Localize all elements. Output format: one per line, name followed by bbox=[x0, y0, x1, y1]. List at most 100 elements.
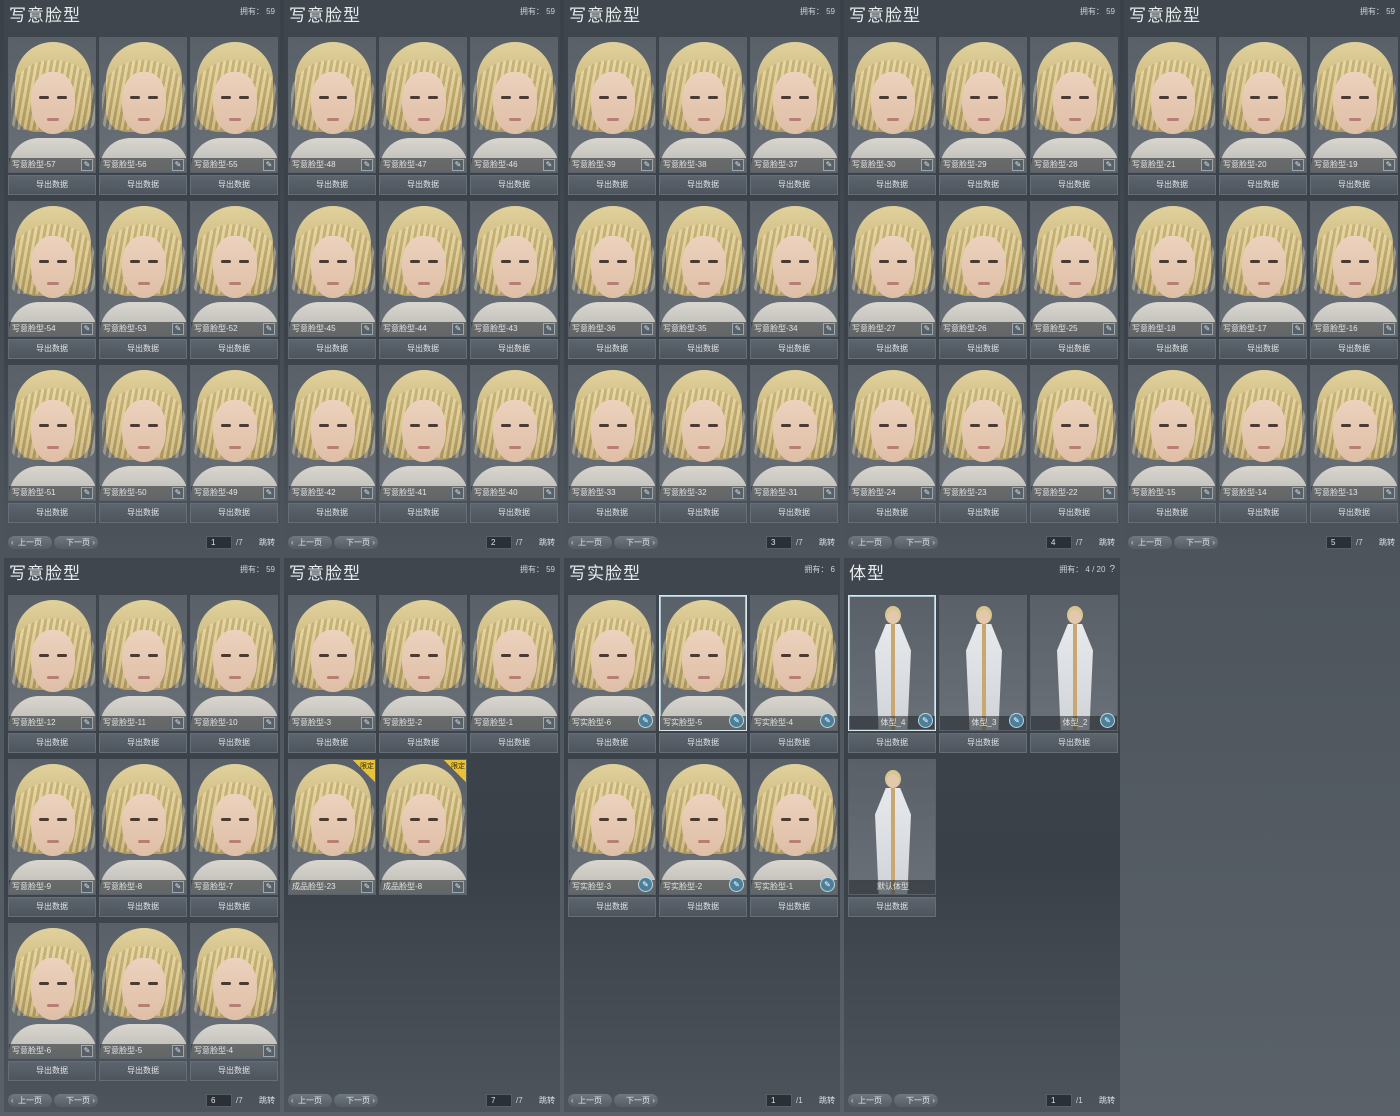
export-data-button[interactable]: 导出数据 bbox=[288, 503, 376, 523]
export-data-button[interactable]: 导出数据 bbox=[379, 175, 467, 195]
export-data-button[interactable]: 导出数据 bbox=[379, 339, 467, 359]
preset-thumbnail[interactable]: 写意脸型-10 ✎ bbox=[190, 595, 278, 731]
preset-thumbnail[interactable]: 写意脸型-27 ✎ bbox=[848, 201, 936, 337]
preset-thumbnail[interactable]: 写意脸型-12 ✎ bbox=[8, 595, 96, 731]
prev-page-button[interactable]: ‹ 上一页 bbox=[288, 536, 332, 549]
preset-thumbnail[interactable]: 写意脸型-17 ✎ bbox=[1219, 201, 1307, 337]
export-data-button[interactable]: 导出数据 bbox=[99, 733, 187, 753]
jump-button[interactable]: 跳转 bbox=[536, 1094, 558, 1107]
edit-icon[interactable]: ✎ bbox=[172, 159, 184, 171]
export-data-button[interactable]: 导出数据 bbox=[568, 733, 656, 753]
export-data-button[interactable]: 导出数据 bbox=[470, 733, 558, 753]
export-data-button[interactable]: 导出数据 bbox=[8, 503, 96, 523]
edit-icon[interactable]: ✎ bbox=[1292, 323, 1304, 335]
preset-thumbnail[interactable]: 写意脸型-3 ✎ bbox=[288, 595, 376, 731]
preset-thumbnail[interactable]: 写意脸型-44 ✎ bbox=[379, 201, 467, 337]
next-page-button[interactable]: 下一页 › bbox=[894, 536, 938, 549]
edit-icon[interactable]: ✎ bbox=[452, 323, 464, 335]
edit-icon[interactable]: ✎ bbox=[1383, 487, 1395, 499]
edit-icon[interactable]: ✎ bbox=[81, 487, 93, 499]
preset-thumbnail[interactable]: 写意脸型-8 ✎ bbox=[99, 759, 187, 895]
next-page-button[interactable]: 下一页 › bbox=[54, 1094, 98, 1107]
edit-icon[interactable]: ✎ bbox=[1292, 159, 1304, 171]
edit-icon[interactable]: ✎ bbox=[361, 717, 373, 729]
edit-icon[interactable]: ✎ bbox=[81, 717, 93, 729]
export-data-button[interactable]: 导出数据 bbox=[939, 503, 1027, 523]
prev-page-button[interactable]: ‹ 上一页 bbox=[848, 1094, 892, 1107]
edit-icon[interactable]: ✎ bbox=[921, 323, 933, 335]
preset-thumbnail[interactable]: 写意脸型-26 ✎ bbox=[939, 201, 1027, 337]
edit-icon[interactable]: ✎ bbox=[1103, 159, 1115, 171]
export-data-button[interactable]: 导出数据 bbox=[288, 733, 376, 753]
preset-thumbnail[interactable]: 写意脸型-50 ✎ bbox=[99, 365, 187, 501]
export-data-button[interactable]: 导出数据 bbox=[1219, 339, 1307, 359]
export-data-button[interactable]: 导出数据 bbox=[1219, 175, 1307, 195]
preset-thumbnail[interactable]: 写意脸型-22 ✎ bbox=[1030, 365, 1118, 501]
preset-thumbnail[interactable]: 写实脸型-3 ✎ bbox=[568, 759, 656, 895]
next-page-button[interactable]: 下一页 › bbox=[614, 536, 658, 549]
edit-icon[interactable]: ✎ bbox=[1201, 323, 1213, 335]
next-page-button[interactable]: 下一页 › bbox=[54, 536, 98, 549]
edit-icon[interactable]: ✎ bbox=[1201, 487, 1213, 499]
export-data-button[interactable]: 导出数据 bbox=[8, 339, 96, 359]
export-data-button[interactable]: 导出数据 bbox=[379, 503, 467, 523]
export-data-button[interactable]: 导出数据 bbox=[99, 175, 187, 195]
jump-button[interactable]: 跳转 bbox=[1096, 1094, 1118, 1107]
preset-thumbnail[interactable]: 写意脸型-2 ✎ bbox=[379, 595, 467, 731]
export-data-button[interactable]: 导出数据 bbox=[659, 503, 747, 523]
preset-thumbnail[interactable]: 写意脸型-13 ✎ bbox=[1310, 365, 1398, 501]
export-data-button[interactable]: 导出数据 bbox=[939, 339, 1027, 359]
edit-icon[interactable]: ✎ bbox=[918, 713, 933, 728]
edit-icon[interactable]: ✎ bbox=[638, 713, 653, 728]
page-number-input[interactable]: 5 bbox=[1326, 536, 1352, 549]
preset-thumbnail[interactable]: 写意脸型-5 ✎ bbox=[99, 923, 187, 1059]
preset-thumbnail[interactable]: 写意脸型-54 ✎ bbox=[8, 201, 96, 337]
preset-thumbnail[interactable]: 写意脸型-40 ✎ bbox=[470, 365, 558, 501]
edit-icon[interactable]: ✎ bbox=[81, 323, 93, 335]
preset-thumbnail[interactable]: 写意脸型-6 ✎ bbox=[8, 923, 96, 1059]
preset-thumbnail[interactable]: 体型_2 ✎ bbox=[1030, 595, 1118, 731]
export-data-button[interactable]: 导出数据 bbox=[1219, 503, 1307, 523]
edit-icon[interactable]: ✎ bbox=[361, 487, 373, 499]
export-data-button[interactable]: 导出数据 bbox=[1310, 175, 1398, 195]
export-data-button[interactable]: 导出数据 bbox=[1128, 503, 1216, 523]
export-data-button[interactable]: 导出数据 bbox=[190, 175, 278, 195]
preset-thumbnail[interactable]: 写意脸型-43 ✎ bbox=[470, 201, 558, 337]
edit-icon[interactable]: ✎ bbox=[81, 881, 93, 893]
preset-thumbnail[interactable]: 写实脸型-4 ✎ bbox=[750, 595, 838, 731]
export-data-button[interactable]: 导出数据 bbox=[750, 339, 838, 359]
preset-thumbnail[interactable]: 默认体型 bbox=[848, 759, 936, 895]
export-data-button[interactable]: 导出数据 bbox=[190, 1061, 278, 1081]
preset-thumbnail[interactable]: 写意脸型-57 ✎ bbox=[8, 37, 96, 173]
edit-icon[interactable]: ✎ bbox=[263, 323, 275, 335]
preset-thumbnail[interactable]: 体型_3 ✎ bbox=[939, 595, 1027, 731]
export-data-button[interactable]: 导出数据 bbox=[848, 733, 936, 753]
edit-icon[interactable]: ✎ bbox=[263, 717, 275, 729]
preset-thumbnail[interactable]: 写意脸型-28 ✎ bbox=[1030, 37, 1118, 173]
preset-thumbnail[interactable]: 写意脸型-39 ✎ bbox=[568, 37, 656, 173]
edit-icon[interactable]: ✎ bbox=[823, 323, 835, 335]
edit-icon[interactable]: ✎ bbox=[1383, 323, 1395, 335]
prev-page-button[interactable]: ‹ 上一页 bbox=[568, 536, 612, 549]
export-data-button[interactable]: 导出数据 bbox=[750, 503, 838, 523]
export-data-button[interactable]: 导出数据 bbox=[288, 175, 376, 195]
preset-thumbnail[interactable]: 写意脸型-24 ✎ bbox=[848, 365, 936, 501]
export-data-button[interactable]: 导出数据 bbox=[848, 339, 936, 359]
export-data-button[interactable]: 导出数据 bbox=[848, 503, 936, 523]
export-data-button[interactable]: 导出数据 bbox=[99, 503, 187, 523]
edit-icon[interactable]: ✎ bbox=[641, 159, 653, 171]
edit-icon[interactable]: ✎ bbox=[1100, 713, 1115, 728]
jump-button[interactable]: 跳转 bbox=[536, 536, 558, 549]
edit-icon[interactable]: ✎ bbox=[1292, 487, 1304, 499]
edit-icon[interactable]: ✎ bbox=[172, 323, 184, 335]
export-data-button[interactable]: 导出数据 bbox=[848, 897, 936, 917]
preset-thumbnail[interactable]: 写意脸型-20 ✎ bbox=[1219, 37, 1307, 173]
preset-thumbnail[interactable]: 写意脸型-29 ✎ bbox=[939, 37, 1027, 173]
next-page-button[interactable]: 下一页 › bbox=[894, 1094, 938, 1107]
preset-thumbnail[interactable]: 写实脸型-5 ✎ bbox=[659, 595, 747, 731]
edit-icon[interactable]: ✎ bbox=[1103, 323, 1115, 335]
prev-page-button[interactable]: ‹ 上一页 bbox=[1128, 536, 1172, 549]
preset-thumbnail[interactable]: 写意脸型-52 ✎ bbox=[190, 201, 278, 337]
preset-thumbnail[interactable]: 成品脸型-8 ✎ 限定 bbox=[379, 759, 467, 895]
export-data-button[interactable]: 导出数据 bbox=[568, 339, 656, 359]
